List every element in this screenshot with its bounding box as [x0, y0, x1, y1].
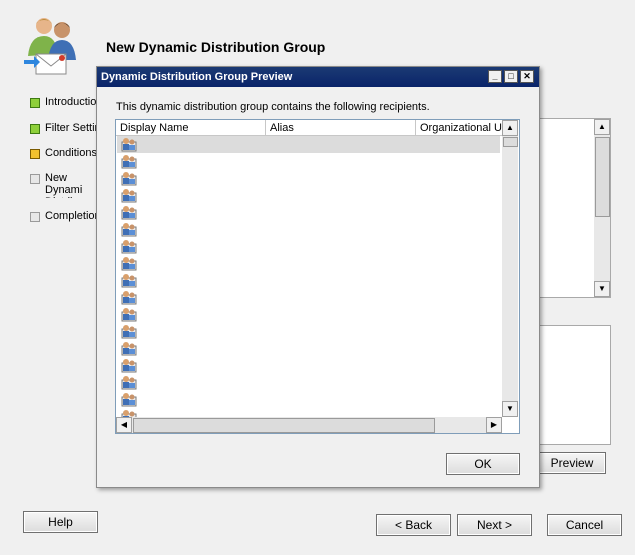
- list-item[interactable]: [117, 408, 500, 417]
- list-item[interactable]: [117, 136, 500, 153]
- list-item[interactable]: [117, 221, 500, 238]
- nav-item-label: Conditions: [45, 147, 96, 159]
- minimize-icon[interactable]: _: [488, 70, 502, 83]
- wizard-title: New Dynamic Distribution Group: [106, 39, 326, 55]
- scroll-thumb[interactable]: [503, 137, 518, 147]
- status-current-icon: [30, 149, 40, 159]
- mailbox-user-icon: [121, 137, 137, 152]
- preview-dialog: Dynamic Distribution Group Preview _ □ ✕…: [96, 66, 540, 488]
- status-todo-icon: [30, 174, 40, 184]
- mailbox-user-icon: [121, 222, 137, 237]
- nav-item-filter-settings[interactable]: Filter Settings: [30, 122, 96, 134]
- status-todo-icon: [30, 212, 40, 222]
- list-item[interactable]: [117, 238, 500, 255]
- back-button[interactable]: < Back: [376, 514, 451, 536]
- column-header-alias[interactable]: Alias: [266, 120, 416, 136]
- list-horizontal-scrollbar[interactable]: ◀ ▶: [116, 417, 502, 433]
- nav-item-label: Completion: [45, 210, 96, 222]
- status-done-icon: [30, 124, 40, 134]
- nav-item-completion[interactable]: Completion: [30, 210, 96, 222]
- scroll-up-button[interactable]: ▲: [594, 119, 610, 135]
- next-button[interactable]: Next >: [457, 514, 532, 536]
- list-item[interactable]: [117, 374, 500, 391]
- list-item[interactable]: [117, 255, 500, 272]
- scroll-thumb[interactable]: [595, 137, 610, 217]
- nav-item-introduction[interactable]: Introduction: [30, 96, 96, 108]
- mailbox-user-icon: [121, 341, 137, 356]
- scroll-thumb[interactable]: [133, 418, 435, 433]
- scroll-down-button[interactable]: ▼: [502, 401, 518, 417]
- scroll-down-button[interactable]: ▼: [594, 281, 610, 297]
- mailbox-user-icon: [121, 392, 137, 407]
- column-header-organizational-unit[interactable]: Organizational U: [416, 120, 502, 136]
- dialog-caption: This dynamic distribution group contains…: [116, 101, 430, 113]
- nav-item-new-dynamic-distribution[interactable]: New Dynamic Distribution: [30, 172, 82, 198]
- nav-item-label: New Dynamic Distribution: [45, 172, 82, 198]
- mailbox-user-icon: [121, 256, 137, 271]
- mailbox-user-icon: [121, 154, 137, 169]
- scroll-up-button[interactable]: ▲: [502, 120, 518, 136]
- list-item[interactable]: [117, 272, 500, 289]
- nav-item-label: Filter Settings: [45, 122, 96, 134]
- scroll-right-button[interactable]: ▶: [486, 417, 502, 433]
- maximize-icon[interactable]: □: [504, 70, 518, 83]
- help-button[interactable]: Help: [23, 511, 98, 533]
- recipients-rows: [116, 136, 502, 417]
- dialog-title-bar[interactable]: Dynamic Distribution Group Preview _ □ ✕: [97, 67, 539, 87]
- users-mail-icon: [22, 16, 80, 78]
- preview-button[interactable]: Preview: [538, 452, 606, 474]
- mailbox-user-icon: [121, 307, 137, 322]
- mailbox-user-icon: [121, 290, 137, 305]
- mailbox-user-icon: [121, 273, 137, 288]
- column-header-display-name[interactable]: Display Name: [116, 120, 266, 136]
- list-item[interactable]: [117, 306, 500, 323]
- dialog-title: Dynamic Distribution Group Preview: [101, 71, 293, 83]
- cancel-button[interactable]: Cancel: [547, 514, 622, 536]
- list-item[interactable]: [117, 323, 500, 340]
- mailbox-user-icon: [121, 358, 137, 373]
- list-item[interactable]: [117, 153, 500, 170]
- ok-button[interactable]: OK: [446, 453, 520, 475]
- scroll-left-button[interactable]: ◀: [116, 417, 132, 433]
- nav-item-label: Introduction: [45, 96, 96, 108]
- list-item[interactable]: [117, 340, 500, 357]
- list-item[interactable]: [117, 289, 500, 306]
- list-item[interactable]: [117, 204, 500, 221]
- list-item[interactable]: [117, 391, 500, 408]
- nav-item-conditions[interactable]: Conditions: [30, 147, 96, 159]
- panel-vertical-scrollbar[interactable]: ▲ ▼: [594, 119, 610, 297]
- mailbox-user-icon: [121, 188, 137, 203]
- close-icon[interactable]: ✕: [520, 70, 534, 83]
- mailbox-user-icon: [121, 409, 137, 417]
- mailbox-user-icon: [121, 239, 137, 254]
- mailbox-user-icon: [121, 171, 137, 186]
- list-vertical-scrollbar[interactable]: ▲ ▼: [502, 120, 518, 417]
- status-done-icon: [30, 98, 40, 108]
- list-item[interactable]: [117, 187, 500, 204]
- mailbox-user-icon: [121, 375, 137, 390]
- mailbox-user-icon: [121, 324, 137, 339]
- recipients-list[interactable]: Display Name Alias Organizational U ▲ ▼ …: [115, 119, 520, 434]
- list-item[interactable]: [117, 170, 500, 187]
- mailbox-user-icon: [121, 205, 137, 220]
- list-item[interactable]: [117, 357, 500, 374]
